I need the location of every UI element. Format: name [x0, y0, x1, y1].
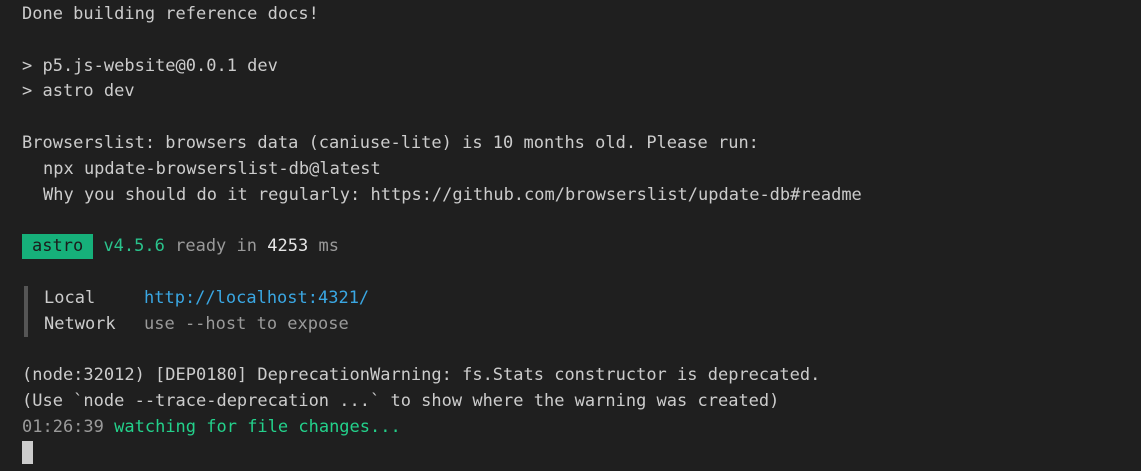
watch-message: watching for file changes... — [114, 416, 401, 437]
server-info-block: Local http://localhost:4321/ Network use -… — [22, 285, 1132, 338]
local-row: Local http://localhost:4321/ — [44, 286, 1132, 312]
command-line-script: > p5.js-website@0.0.1 dev — [22, 55, 278, 76]
local-url-link[interactable]: http://localhost:4321/ — [144, 288, 369, 308]
browserslist-reason: Why you should do it regularly: https://… — [43, 184, 862, 205]
ready-time: 4253 — [267, 236, 309, 257]
watch-timestamp: 01:26:39 — [22, 416, 104, 437]
network-row: Network use --host to expose — [44, 312, 1132, 338]
browserslist-warning: Browserslist: browsers data (caniuse-lit… — [22, 132, 759, 153]
done-message: Done building reference docs! — [22, 4, 319, 24]
astro-version: v4.5.6 — [103, 236, 165, 257]
ready-in-text: ready in — [175, 236, 257, 257]
ready-unit: ms — [318, 236, 339, 257]
terminal-cursor — [22, 440, 33, 464]
astro-ready-line: astro v4.5.6 ready in 4253 ms — [22, 234, 1132, 260]
deprecation-hint: (Use `node --trace-deprecation ...` to s… — [22, 390, 780, 411]
command-line-astro: > astro dev — [22, 81, 135, 102]
deprecation-warning: (node:32012) [DEP0180] DeprecationWarnin… — [22, 365, 821, 386]
local-label: Local — [44, 287, 96, 308]
server-info-bar — [24, 285, 28, 338]
network-label: Network — [44, 313, 116, 334]
prompt-line[interactable] — [22, 440, 1132, 467]
terminal-output[interactable]: Done building reference docs! > p5.js-we… — [22, 2, 1132, 466]
browserslist-command: npx update-browserslist-db@latest — [43, 158, 381, 179]
network-value: use --host to expose — [144, 313, 349, 334]
astro-badge: astro — [22, 234, 94, 260]
watch-line: 01:26:39 watching for file changes... — [22, 415, 1132, 441]
